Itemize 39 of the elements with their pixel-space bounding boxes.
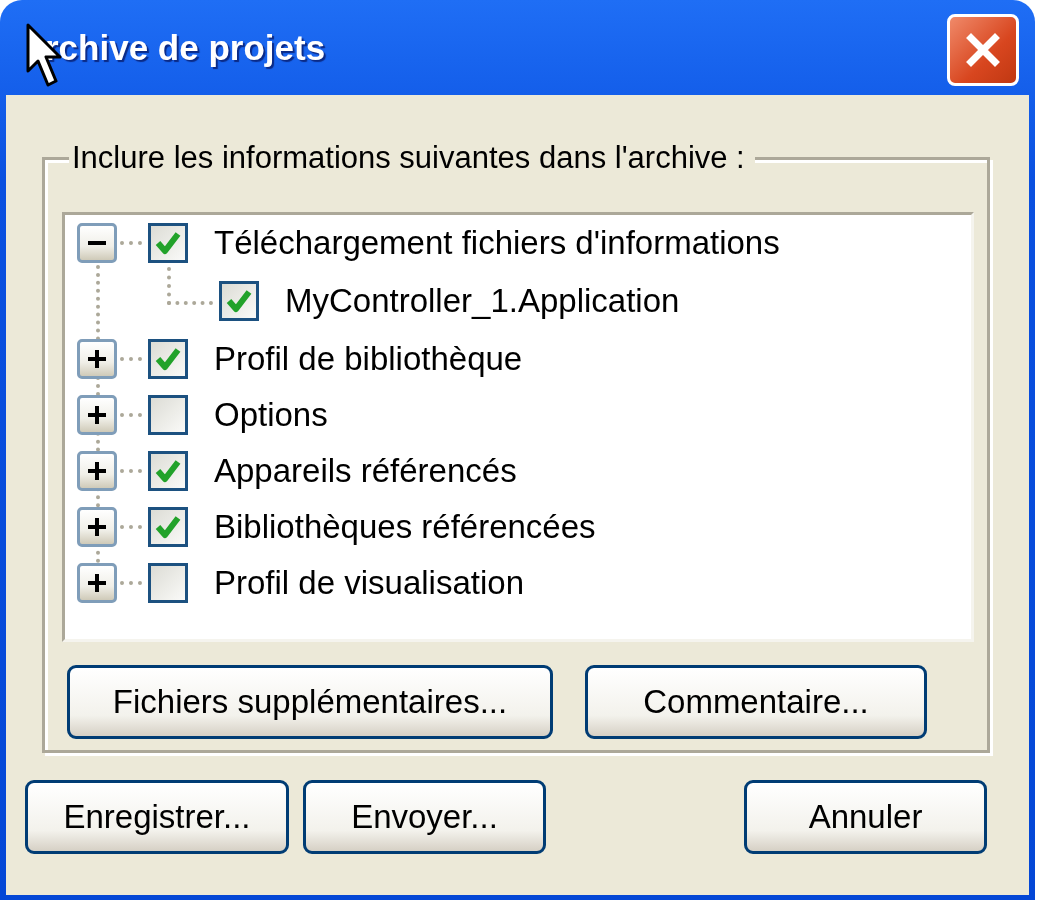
checkbox[interactable]: [148, 451, 188, 491]
tree-line: [120, 469, 142, 473]
tree-item-label[interactable]: Bibliothèques référencées: [214, 508, 596, 546]
checkbox[interactable]: [148, 563, 188, 603]
close-button[interactable]: [947, 14, 1019, 86]
plus-icon: [85, 403, 109, 427]
additional-files-button[interactable]: Fichiers supplémentaires...: [67, 665, 553, 739]
plus-icon: [85, 515, 109, 539]
tree-item-label[interactable]: Téléchargement fichiers d'informations: [214, 224, 780, 262]
collapse-button[interactable]: [77, 223, 117, 263]
tree-item-label[interactable]: Appareils référencés: [214, 452, 517, 490]
tree-item-label[interactable]: Options: [214, 396, 328, 434]
tree-line: [120, 581, 142, 585]
plus-icon: [85, 347, 109, 371]
save-button[interactable]: Enregistrer...: [25, 780, 289, 854]
expand-button[interactable]: [77, 339, 117, 379]
comment-button[interactable]: Commentaire...: [585, 665, 927, 739]
tree-line: [120, 525, 142, 529]
send-button[interactable]: Envoyer...: [303, 780, 546, 854]
cancel-button[interactable]: Annuler: [744, 780, 987, 854]
minus-icon: [88, 241, 106, 245]
checkbox[interactable]: [219, 281, 259, 321]
tree-line: [120, 241, 142, 245]
checkbox[interactable]: [148, 507, 188, 547]
checkbox[interactable]: [148, 223, 188, 263]
expand-button[interactable]: [77, 395, 117, 435]
tree-line: [120, 413, 142, 417]
tree-item-label[interactable]: Profil de bibliothèque: [214, 340, 523, 378]
checkbox[interactable]: [148, 339, 188, 379]
plus-icon: [85, 571, 109, 595]
checkbox[interactable]: [148, 395, 188, 435]
tree-item-label[interactable]: Profil de visualisation: [214, 564, 524, 602]
plus-icon: [85, 459, 109, 483]
tree-line: [120, 357, 142, 361]
expand-button[interactable]: [77, 507, 117, 547]
expand-button[interactable]: [77, 563, 117, 603]
tree-line: [167, 267, 213, 305]
tree-item-label[interactable]: MyController_1.Application: [285, 282, 680, 320]
expand-button[interactable]: [77, 451, 117, 491]
